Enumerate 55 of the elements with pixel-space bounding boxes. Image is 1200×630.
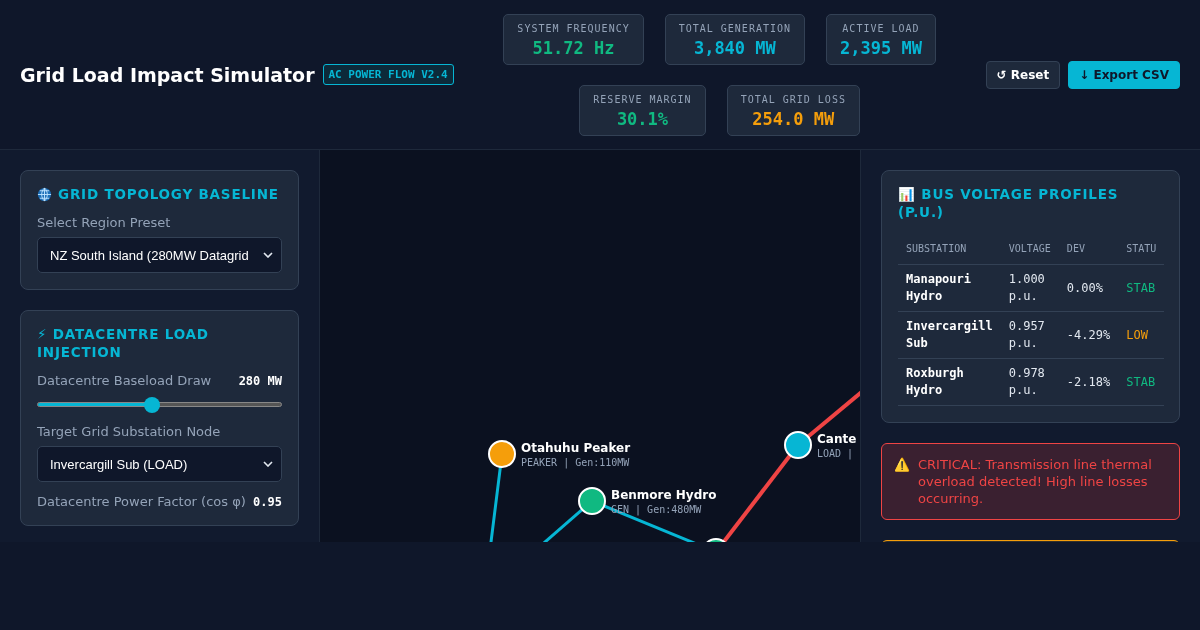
field-label: Target Grid Substation Node — [37, 424, 222, 439]
stat-label: SYSTEM FREQUENCY — [517, 22, 630, 34]
node-name: Otahuhu Peaker — [521, 441, 631, 455]
node-info: PEAKER | Gen:110MW — [521, 457, 631, 468]
stat-label: TOTAL GENERATION — [678, 22, 791, 34]
load-slider[interactable] — [37, 396, 282, 414]
table-cell: Invercargill Sub — [898, 311, 1001, 359]
grid-node[interactable] — [784, 431, 812, 459]
version-badge: AC POWER FLOW V2.4 — [322, 64, 454, 85]
stat-value: 2,395 MW — [840, 37, 922, 58]
alert-message: CRITICAL: Transmission line thermal overload detected! High line losses occurring. — [918, 456, 1153, 507]
field-label: Select Region Preset — [37, 215, 172, 230]
node-info: LOAD | — [817, 448, 855, 459]
app-title: Grid Load Impact Simulator — [20, 63, 315, 86]
stat-value: 3,840 MW — [692, 37, 777, 58]
column-header: DEV — [1058, 243, 1119, 265]
stat-value: 30.1% — [615, 108, 670, 129]
status-cell: LOW — [1118, 311, 1165, 359]
table-cell: Manapouri Hydro — [898, 264, 1001, 312]
reset-button[interactable]: ↺ Reset — [985, 60, 1061, 89]
field-value: 0.95 — [253, 494, 282, 509]
table-cell: Roxburgh Hydro — [898, 358, 1001, 406]
region-select[interactable]: NZ South Island (280MW Datagrid — [37, 237, 282, 273]
table-cell: -2.18% — [1058, 358, 1119, 406]
grid-node[interactable] — [578, 487, 606, 515]
card-title: 📊 BUS VOLTAGE PROFILES (P.U.) — [898, 185, 1120, 221]
grid-node[interactable] — [488, 440, 516, 468]
stat-label: ACTIVE LOAD — [841, 22, 921, 34]
node-name: Cante — [817, 432, 857, 446]
export-button[interactable]: ↓ Export CSV — [1068, 60, 1180, 89]
table-cell: -4.29% — [1058, 311, 1119, 359]
field-label: Datacentre Baseload Draw — [37, 373, 212, 388]
field-value: 280 MW — [238, 373, 282, 388]
table-cell: 0.957 p.u. — [1000, 311, 1059, 359]
globe-icon — [37, 186, 52, 202]
column-header: VOLTAGE — [1000, 243, 1059, 265]
status-cell: STAB — [1118, 358, 1165, 406]
card-title: GRID TOPOLOGY BASELINE — [58, 185, 279, 203]
status-cell: STAB — [1118, 264, 1165, 312]
stat-label: RESERVE MARGIN — [593, 93, 692, 105]
stat-value: 254.0 MW — [751, 108, 836, 129]
table-cell: 0.978 p.u. — [1000, 358, 1059, 406]
node-select[interactable]: Invercargill Sub (LOAD) — [37, 446, 282, 482]
card-title: ⚡ DATACENTRE LOAD INJECTION — [37, 325, 210, 361]
stat-label: TOTAL GRID LOSS — [740, 93, 846, 105]
column-header: SUBSTATION — [898, 243, 1001, 265]
stat-value: 51.72 Hz — [531, 37, 616, 58]
table-cell: 0.00% — [1058, 264, 1119, 312]
table-cell: 1.000 p.u. — [1000, 264, 1059, 312]
chevron-icon — [263, 461, 273, 467]
node-name: Benmore Hydro — [611, 488, 717, 502]
column-header: STATU — [1118, 243, 1165, 265]
warning-icon: ⚠ — [894, 456, 910, 507]
chevron-icon — [263, 252, 273, 258]
field-label: Datacentre Power Factor (cos φ) — [37, 494, 246, 509]
